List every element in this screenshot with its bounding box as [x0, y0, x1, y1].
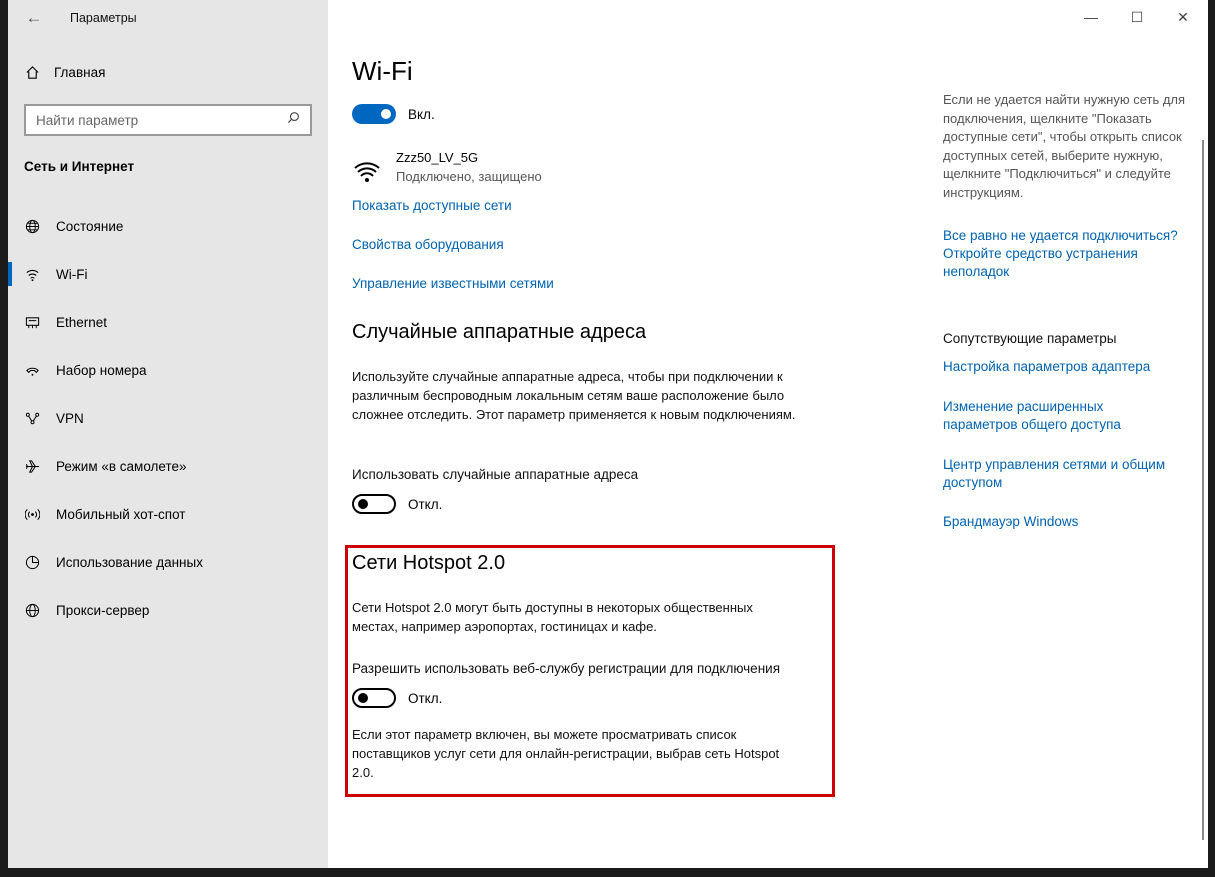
hotspot-icon [24, 506, 40, 522]
nav-list: Состояние Wi-Fi Ethernet Набор номера VP… [8, 202, 328, 634]
sidebar-item-label: Режим «в самолете» [56, 458, 187, 474]
sidebar-item-label: Мобильный хот-спот [56, 506, 186, 522]
globe-icon [24, 602, 40, 618]
globe-icon [24, 218, 40, 234]
search-icon[interactable] [287, 111, 300, 129]
windows-firewall-link[interactable]: Брандмауэр Windows [943, 513, 1193, 531]
search-input[interactable] [36, 112, 287, 128]
random-mac-toggle[interactable] [352, 494, 396, 514]
random-mac-heading: Случайные аппаратные адреса [352, 321, 647, 343]
sidebar-item-mobile-hotspot[interactable]: Мобильный хот-спот [8, 490, 328, 538]
dialup-icon [24, 362, 40, 378]
sidebar-item-airplane[interactable]: Режим «в самолете» [8, 442, 328, 490]
random-mac-toggle-row: Откл. [352, 494, 442, 514]
troubleshoot-link[interactable]: Все равно не удается подключиться? Откро… [943, 227, 1193, 281]
network-name: Zzz50_LV_5G [396, 150, 479, 165]
network-sharing-center-link[interactable]: Центр управления сетями и общим доступом [943, 456, 1193, 492]
settings-window: ← Параметры Главная Сеть и Интернет Сост… [8, 0, 1208, 868]
sidebar-item-label: Прокси-сервер [56, 602, 150, 618]
wifi-signal-icon [352, 154, 382, 189]
scrollbar[interactable] [1202, 140, 1204, 840]
connected-network[interactable]: Zzz50_LV_5G Подключено, защищено [352, 150, 542, 189]
home-icon [24, 64, 40, 80]
sidebar-item-vpn[interactable]: VPN [8, 394, 328, 442]
sidebar-item-ethernet[interactable]: Ethernet [8, 298, 328, 346]
manage-known-networks-link[interactable]: Управление известными сетями [352, 276, 554, 291]
sidebar-item-proxy[interactable]: Прокси-сервер [8, 586, 328, 634]
sidebar-item-dialup[interactable]: Набор номера [8, 346, 328, 394]
wifi-toggle-label: Вкл. [408, 106, 435, 122]
sidebar-item-wifi[interactable]: Wi-Fi [8, 250, 328, 298]
sidebar-item-status[interactable]: Состояние [8, 202, 328, 250]
advanced-sharing-link[interactable]: Изменение расширенных параметров общего … [943, 398, 1143, 434]
wifi-toggle-row: Вкл. [352, 104, 435, 124]
wifi-toggle[interactable] [352, 104, 396, 124]
minimize-button[interactable]: — [1068, 4, 1114, 30]
sidebar-item-label: Состояние [56, 218, 124, 234]
vpn-icon [24, 410, 40, 426]
airplane-icon [24, 458, 40, 474]
section-title: Сеть и Интернет [24, 159, 135, 174]
hardware-properties-link[interactable]: Свойства оборудования [352, 237, 504, 252]
ethernet-icon [24, 314, 40, 330]
home-nav-item[interactable]: Главная [24, 64, 105, 80]
help-text: Если не удается найти нужную сеть для по… [943, 92, 1186, 200]
app-title: Параметры [70, 11, 137, 25]
home-label: Главная [54, 64, 106, 80]
highlight-frame [345, 545, 835, 797]
related-settings-heading: Сопутствующие параметры [943, 331, 1117, 346]
maximize-button[interactable]: ☐ [1114, 4, 1160, 30]
adapter-settings-link[interactable]: Настройка параметров адаптера [943, 358, 1193, 376]
network-status: Подключено, защищено [396, 169, 542, 184]
back-button[interactable]: ← [22, 8, 46, 28]
page-title: Wi-Fi [352, 56, 413, 86]
sidebar-item-label: Ethernet [56, 314, 108, 330]
search-box[interactable] [24, 104, 312, 136]
sidebar-item-data-usage[interactable]: Использование данных [8, 538, 328, 586]
sidebar: ← Параметры Главная Сеть и Интернет Сост… [8, 0, 328, 868]
data-usage-icon [24, 554, 40, 570]
sidebar-item-label: VPN [56, 410, 84, 426]
show-available-networks-link[interactable]: Показать доступные сети [352, 198, 512, 213]
sidebar-item-label: Wi-Fi [56, 266, 88, 282]
random-mac-toggle-label: Откл. [408, 496, 443, 512]
wifi-icon [24, 266, 40, 282]
sidebar-item-label: Набор номера [56, 362, 147, 378]
random-mac-description: Используйте случайные аппаратные адреса,… [352, 369, 796, 422]
close-button[interactable]: ✕ [1160, 4, 1206, 30]
random-mac-setting-label: Использовать случайные аппаратные адреса [352, 467, 639, 482]
sidebar-item-label: Использование данных [56, 554, 203, 570]
